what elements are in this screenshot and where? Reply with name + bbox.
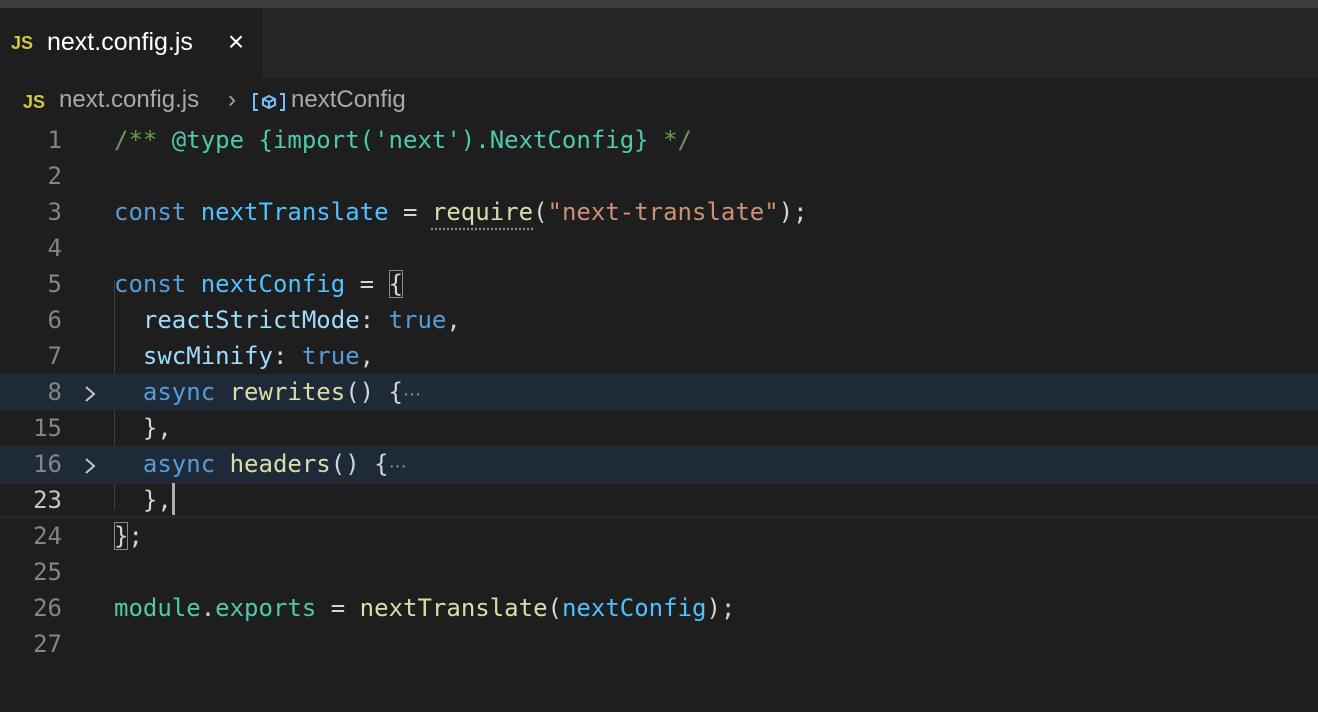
line-content: const nextConfig = { <box>114 270 404 298</box>
window-top-strip <box>0 0 1318 8</box>
line-content: /** @type {import('next').NextConfig} */ <box>114 126 692 154</box>
line-content: reactStrictMode: true, <box>142 306 461 334</box>
line-number: 27 <box>33 630 62 658</box>
code-editor[interactable]: 1 /** @type {import('next').NextConfig} … <box>0 122 1318 662</box>
tab-next-config-js[interactable]: JS next.config.js × <box>0 8 262 78</box>
line-content: async headers() {⋯ <box>142 450 407 478</box>
line-number: 26 <box>33 594 62 622</box>
breadcrumb-symbol[interactable]: nextConfig <box>291 86 406 114</box>
line-content: }, <box>114 482 175 518</box>
line-number: 1 <box>47 126 62 154</box>
line-content: }; <box>114 522 143 550</box>
code-line[interactable]: 25 <box>0 554 1318 590</box>
code-line[interactable]: 1 /** @type {import('next').NextConfig} … <box>0 122 1318 158</box>
folded-ellipsis: ⋯ <box>403 384 421 405</box>
matching-bracket: { <box>388 270 404 298</box>
code-line[interactable]: 6 reactStrictMode: true, <box>0 302 1318 338</box>
code-line[interactable]: 5 const nextConfig = { <box>0 266 1318 302</box>
line-number: 4 <box>47 234 62 262</box>
breadcrumb-file[interactable]: next.config.js <box>59 86 199 114</box>
line-number: 24 <box>33 522 62 550</box>
line-number: 6 <box>47 306 62 334</box>
line-number: 16 <box>33 450 62 478</box>
code-line[interactable]: 24 }; <box>0 518 1318 554</box>
tab-bar: JS next.config.js × <box>0 8 1318 78</box>
line-content: async rewrites() {⋯ <box>142 378 421 406</box>
line-number: 25 <box>33 558 62 586</box>
code-line-current[interactable]: 23 }, <box>0 482 1318 518</box>
chevron-right-icon[interactable] <box>80 454 100 474</box>
code-line[interactable]: 27 <box>0 626 1318 662</box>
variable-symbol-icon <box>252 89 286 115</box>
line-number: 8 <box>47 378 62 406</box>
code-line[interactable]: 26 module.exports = nextTranslate(nextCo… <box>0 590 1318 626</box>
line-number: 23 <box>33 486 62 514</box>
folded-ellipsis: ⋯ <box>388 456 407 477</box>
line-content: const nextTranslate = require("next-tran… <box>114 198 808 226</box>
tab-title: next.config.js <box>47 28 193 56</box>
close-icon[interactable]: × <box>224 28 248 56</box>
chevron-right-icon: › <box>228 86 236 113</box>
line-number: 15 <box>33 414 62 442</box>
code-line-folded[interactable]: 8 async rewrites() {⋯ <box>0 374 1318 410</box>
line-number: 2 <box>47 162 62 190</box>
code-line[interactable]: 2 <box>0 158 1318 194</box>
code-line[interactable]: 4 <box>0 230 1318 266</box>
code-line[interactable]: 7 swcMinify: true, <box>0 338 1318 374</box>
code-line[interactable]: 15 }, <box>0 410 1318 446</box>
line-number: 5 <box>47 270 62 298</box>
javascript-file-icon: JS <box>23 92 46 112</box>
breadcrumb: JS next.config.js › nextConfig <box>0 86 1318 118</box>
line-content: module.exports = nextTranslate(nextConfi… <box>114 594 736 622</box>
matching-bracket: } <box>114 522 129 550</box>
code-line-folded[interactable]: 16 async headers() {⋯ <box>0 446 1318 482</box>
text-cursor <box>171 483 175 515</box>
line-content: swcMinify: true, <box>142 342 375 370</box>
javascript-file-icon: JS <box>11 33 34 53</box>
chevron-right-icon[interactable] <box>80 382 100 402</box>
line-content: }, <box>142 414 172 442</box>
line-number: 7 <box>47 342 62 370</box>
line-number: 3 <box>47 198 62 226</box>
code-line[interactable]: 3 const nextTranslate = require("next-tr… <box>0 194 1318 230</box>
